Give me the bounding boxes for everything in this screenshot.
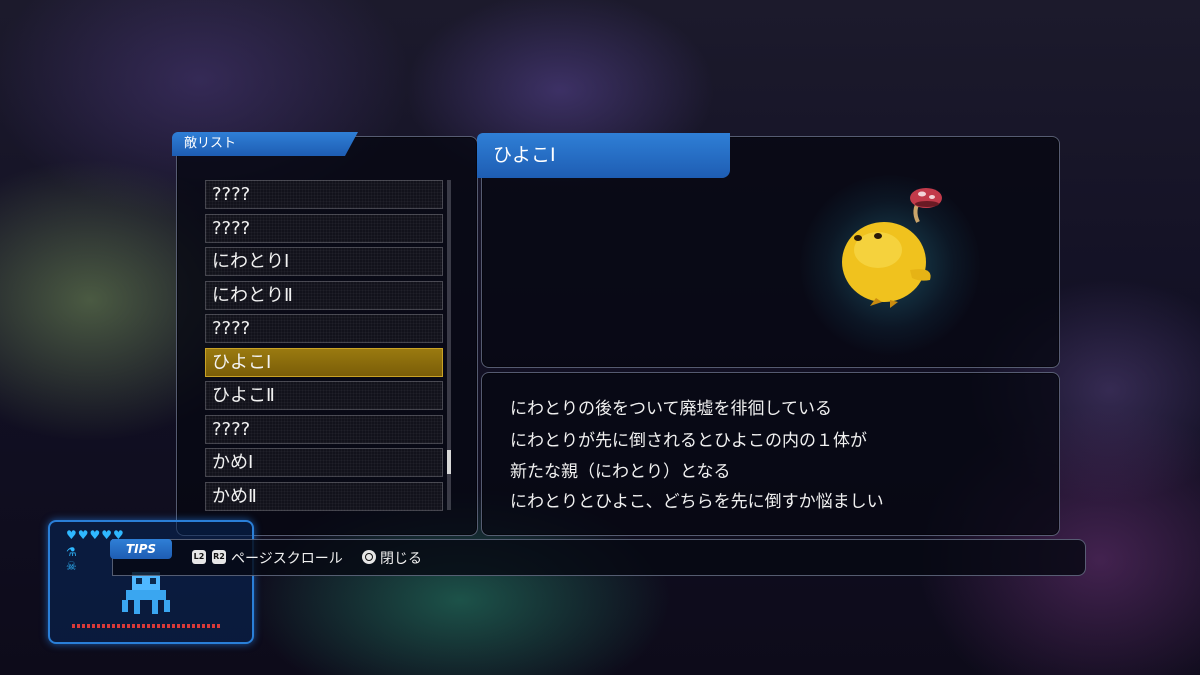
chick-creature-image [842, 188, 942, 308]
enemy-list-item[interactable]: ???? [205, 314, 443, 343]
close-hint[interactable]: 閉じる [380, 548, 422, 568]
description-line: にわとりの後をついて廃墟を徘徊している [510, 399, 832, 419]
description-line: 新たな親（にわとり）となる [510, 462, 731, 482]
enemy-list-item[interactable]: ???? [205, 213, 443, 243]
circle-button-icon [362, 550, 376, 564]
list-scroll-thumb[interactable] [447, 450, 451, 474]
enemy-list-tab: 敵リスト [172, 132, 358, 156]
tips-tab: TIPS [110, 539, 172, 559]
enemy-list-item[interactable]: かめⅡ [205, 481, 443, 511]
enemy-list-item[interactable]: ???? [205, 414, 443, 444]
enemy-list-item-selected[interactable]: ひよこⅠ [205, 347, 443, 377]
page-scroll-hint: ページスクロール [231, 551, 343, 567]
player-character-icon [122, 572, 170, 614]
enemy-list-item[interactable]: にわとりⅠ [205, 247, 443, 276]
health-bar [72, 624, 222, 628]
status-icons: ⚗ ☠ [66, 545, 77, 573]
enemy-name-title: ひよこⅠ [477, 133, 730, 178]
r2-button-icon: R2 [212, 550, 226, 564]
list-scrollbar[interactable] [447, 180, 451, 510]
enemy-list-item[interactable]: かめⅠ [205, 448, 443, 477]
description-line: にわとりが先に倒されるとひよこの内の１体が [510, 431, 867, 451]
enemy-list-item[interactable]: にわとりⅡ [205, 280, 443, 310]
l2-button-icon: L2 [192, 550, 206, 564]
enemy-list: ???? ???? にわとりⅠ にわとりⅡ ???? ひよこⅠ ひよこⅡ ???… [205, 180, 443, 515]
enemy-list-item[interactable]: ???? [205, 180, 443, 209]
description-line: にわとりとひよこ、どちらを先に倒すか悩ましい [510, 492, 884, 512]
enemy-list-item[interactable]: ひよこⅡ [205, 381, 443, 410]
